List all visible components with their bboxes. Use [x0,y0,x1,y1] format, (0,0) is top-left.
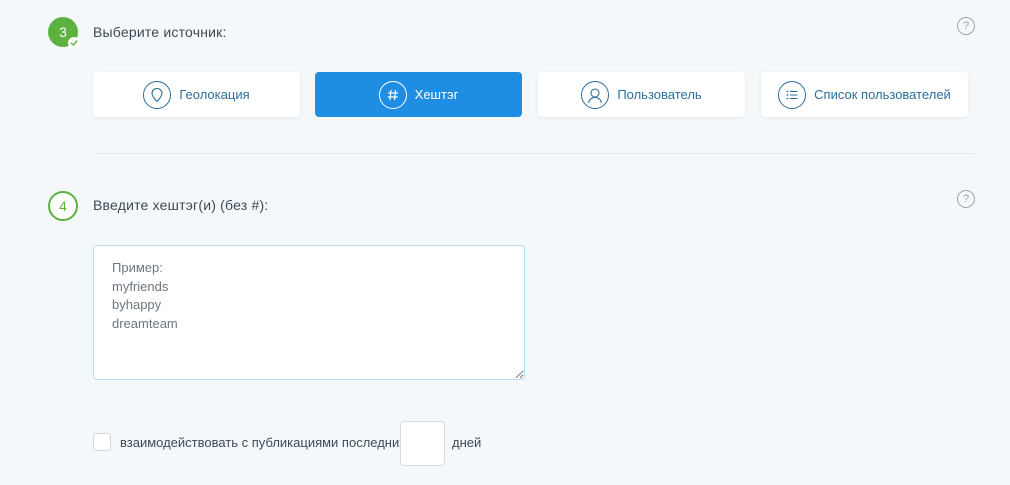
days-input[interactable] [400,421,445,466]
step-number: 4 [59,198,67,214]
help-icon[interactable]: ? [957,17,975,35]
list-icon [778,80,807,109]
step-3-title: Выберите источник: [93,24,227,40]
source-user-button[interactable]: Пользователь [538,72,745,117]
hashtag-input[interactable] [93,245,525,380]
source-user-list-button[interactable]: Список пользователей [761,72,968,117]
step-number: 3 [59,24,67,40]
recent-posts-label: взаимодействовать с публикациями последн… [120,435,406,450]
hashtag-icon [378,80,407,109]
checkmark-icon [68,37,80,49]
source-label: Геолокация [179,87,250,102]
user-icon [581,80,610,109]
source-hashtag-button[interactable]: Хештэг [315,72,522,117]
recent-posts-checkbox[interactable] [93,433,111,451]
source-label: Пользователь [617,87,702,102]
location-pin-icon [143,80,172,109]
step-3-badge: 3 [48,17,80,49]
help-icon[interactable]: ? [957,190,975,208]
section-divider [93,153,975,154]
step-4-badge: 4 [48,191,78,221]
days-label: дней [452,435,482,450]
source-label: Список пользователей [814,87,951,102]
source-label: Хештэг [414,87,459,102]
source-geolocation-button[interactable]: Геолокация [93,72,300,117]
step-4-title: Введите хештэг(и) (без #): [93,197,269,213]
